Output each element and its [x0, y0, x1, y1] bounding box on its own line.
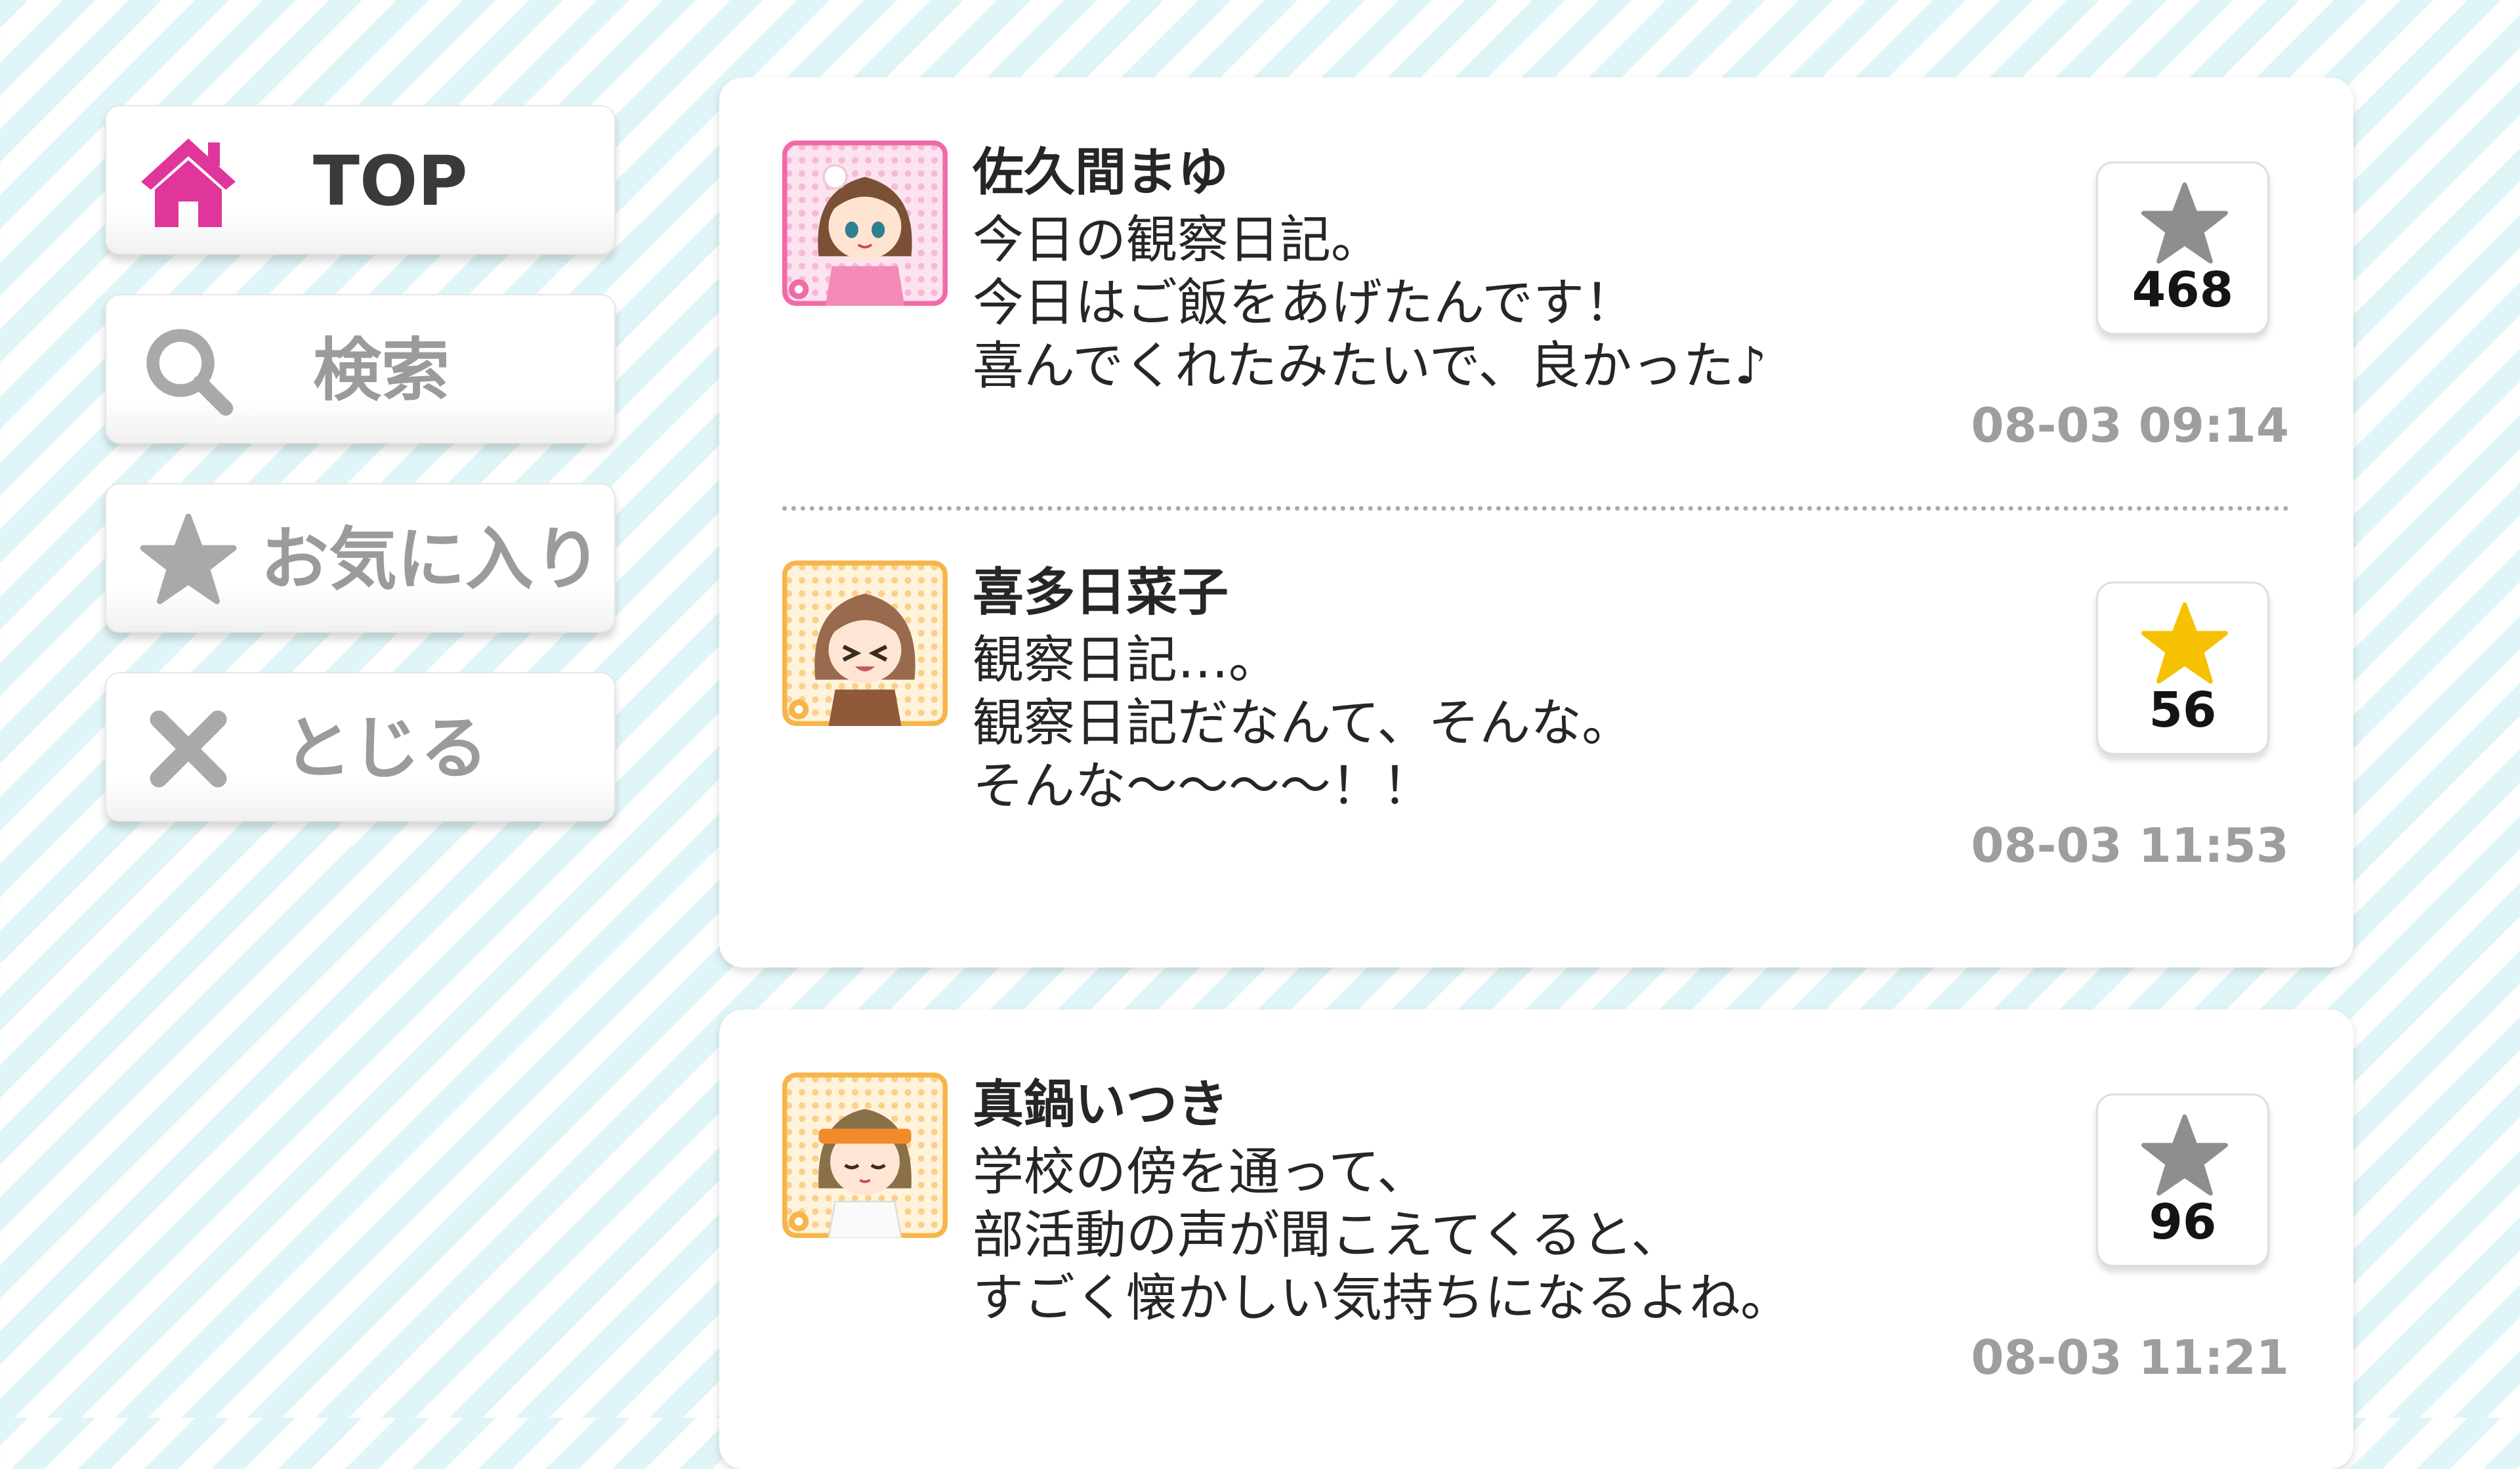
sidebar-item-label: 検索	[313, 330, 450, 410]
post-timestamp: 08-03 09:14	[1971, 398, 2289, 453]
post-line: 今日はご飯をあげたんです！	[973, 274, 1636, 333]
post-timestamp: 08-03 11:21	[1971, 1330, 2289, 1385]
post-line: 観察日記だなんて、そんな。	[973, 694, 1633, 753]
post-item: 真鍋いつき 学校の傍を通って、 部活動の声が聞こえてくると、 すごく懐かしい気持…	[719, 1010, 2353, 1385]
home-icon	[139, 133, 238, 231]
sidebar-item-favorites[interactable]: お気に入り	[105, 483, 616, 633]
post-line: 喜んでくれたみたいで、良かった♪	[973, 337, 1767, 396]
search-icon	[139, 322, 238, 420]
post-line: すごく懐かしい気持ちになるよね。	[973, 1269, 1792, 1328]
post-line: 学校の傍を通って、	[973, 1143, 1429, 1202]
post-body: 学校の傍を通って、 部活動の声が聞こえてくると、 すごく懐かしい気持ちになるよね…	[973, 1141, 1792, 1330]
post-card: 佐久間まゆ 今日の観察日記。 今日はご飯をあげたんです！ 喜んでくれたみたいで、…	[719, 77, 2353, 968]
favorite-count: 56	[2149, 682, 2217, 738]
hinako-avatar[interactable]	[782, 561, 948, 726]
mayu-avatar[interactable]	[782, 140, 948, 306]
favorite-button[interactable]: 56	[2096, 582, 2269, 755]
close-icon	[139, 700, 238, 798]
sidebar-item-label: TOP	[313, 141, 468, 221]
sidebar-item-top[interactable]: TOP	[105, 105, 616, 255]
sidebar-item-label: とじる	[284, 708, 489, 788]
favorite-button[interactable]: 96	[2096, 1094, 2269, 1267]
post-item: 佐久間まゆ 今日の観察日記。 今日はご飯をあげたんです！ 喜んでくれたみたいで、…	[719, 77, 2353, 453]
star-icon	[2140, 599, 2229, 689]
post-card: 真鍋いつき 学校の傍を通って、 部活動の声が聞こえてくると、 すごく懐かしい気持…	[719, 1010, 2353, 1469]
post-body: 観察日記…。 観察日記だなんて、そんな。 そんな〜〜〜〜！！	[973, 629, 1633, 818]
sidebar-item-label: お気に入り	[261, 519, 602, 599]
post-item: 喜多日菜子 観察日記…。 観察日記だなんて、そんな。 そんな〜〜〜〜！！ 56 …	[719, 498, 2353, 873]
post-line: 観察日記…。	[973, 631, 1280, 690]
sidebar-item-close[interactable]: とじる	[105, 672, 616, 822]
post-body: 今日の観察日記。 今日はご飯をあげたんです！ 喜んでくれたみたいで、良かった♪	[973, 209, 1767, 398]
post-line: 部活動の声が聞こえてくると、	[973, 1206, 1683, 1265]
star-icon	[2140, 1111, 2229, 1201]
favorite-count: 468	[2132, 262, 2234, 318]
post-timestamp: 08-03 11:53	[1971, 818, 2289, 873]
star-icon	[2140, 179, 2229, 268]
favorite-count: 96	[2149, 1194, 2217, 1250]
sidebar-menu: TOP 検索 お気に入り とじる	[105, 105, 617, 861]
post-author: 真鍋いつき	[973, 1075, 1229, 1134]
favorite-button[interactable]: 468	[2096, 161, 2269, 335]
itsuki-avatar[interactable]	[782, 1073, 948, 1238]
post-line: そんな〜〜〜〜！！	[973, 757, 1434, 816]
sidebar-item-search[interactable]: 検索	[105, 294, 616, 444]
post-line: 今日の観察日記。	[973, 211, 1383, 270]
post-author: 佐久間まゆ	[973, 143, 1229, 202]
post-author: 喜多日菜子	[973, 563, 1229, 622]
star-icon	[139, 511, 238, 609]
